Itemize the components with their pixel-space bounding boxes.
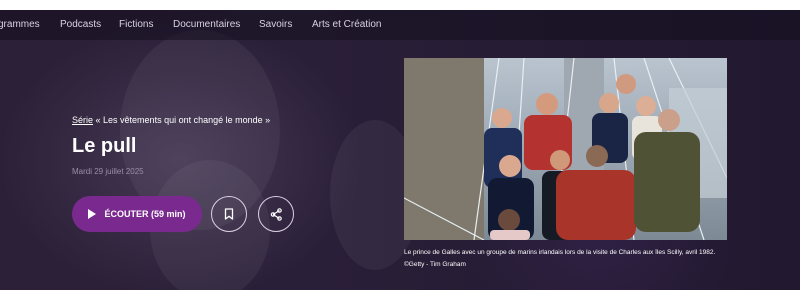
share-button[interactable] xyxy=(258,196,294,232)
episode-title: Le pull xyxy=(72,135,137,157)
series-name: « Les vêtements qui ont changé le monde … xyxy=(95,115,271,125)
nav-item-savoirs[interactable]: Savoirs xyxy=(259,19,292,30)
hero-section: grammes Podcasts Fictions Documentaires … xyxy=(0,10,800,290)
episode-date: Mardi 29 juillet 2025 xyxy=(72,167,144,176)
nav-item-fictions[interactable]: Fictions xyxy=(119,19,153,30)
play-icon xyxy=(88,209,97,219)
bookmark-icon xyxy=(224,208,234,220)
share-icon xyxy=(270,207,282,221)
nav-item-podcasts[interactable]: Podcasts xyxy=(60,19,101,30)
bookmark-button[interactable] xyxy=(211,196,247,232)
photo-illustration xyxy=(404,58,727,240)
caption-text: Le prince de Galles avec un groupe de ma… xyxy=(404,249,716,256)
photo-caption: Le prince de Galles avec un groupe de ma… xyxy=(404,247,734,271)
listen-label: ÉCOUTER (59 min) xyxy=(104,209,186,219)
nav-item-arts-et-creation[interactable]: Arts et Création xyxy=(312,19,381,30)
nav-item-programmes[interactable]: grammes xyxy=(0,19,40,30)
series-link[interactable]: Série xyxy=(72,115,93,125)
caption-credit: ©Getty - Tim Graham xyxy=(404,261,466,268)
nav-item-documentaires[interactable]: Documentaires xyxy=(173,19,240,30)
top-navigation: grammes Podcasts Fictions Documentaires … xyxy=(0,10,800,40)
episode-photo xyxy=(404,58,727,240)
listen-button[interactable]: ÉCOUTER (59 min) xyxy=(72,196,202,232)
series-line: Série « Les vêtements qui ont changé le … xyxy=(72,115,270,125)
